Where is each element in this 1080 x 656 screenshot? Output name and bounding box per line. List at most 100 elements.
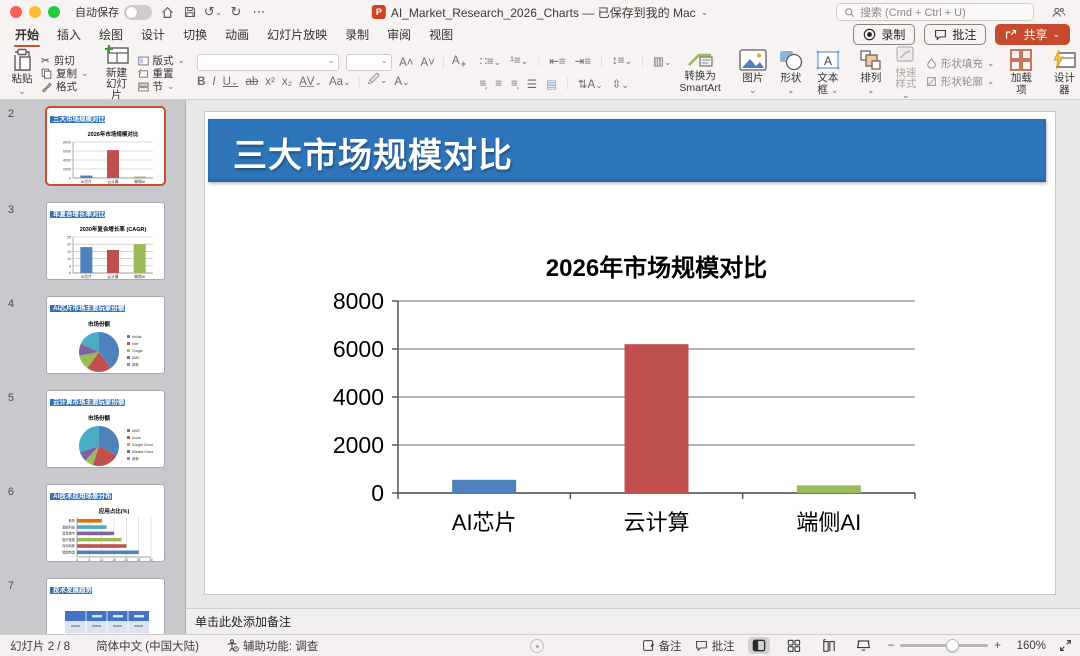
zoom-level[interactable]: 160%	[1014, 640, 1046, 652]
shape-outline-button[interactable]: 形状轮廓⌄	[926, 75, 995, 88]
subscript-button[interactable]: x₂	[282, 76, 292, 88]
line-spacing-button[interactable]: ↕≡⌄	[612, 55, 632, 67]
zoom-slider[interactable]	[900, 644, 988, 647]
tab-4[interactable]: 切换	[174, 23, 216, 48]
tab-0[interactable]: 开始	[6, 23, 48, 48]
align-left-button[interactable]: ≡͔	[480, 78, 487, 90]
new-slide-button[interactable]: 新建幻灯片	[101, 44, 133, 101]
tab-7[interactable]: 录制	[336, 23, 378, 48]
record-button[interactable]: 录制	[853, 24, 915, 45]
comments-toggle-button[interactable]: 批注	[695, 638, 735, 654]
slide-number-indicator[interactable]: 幻灯片 2 / 8	[10, 638, 70, 654]
clear-format-button[interactable]: A✦	[452, 55, 468, 70]
underline-button[interactable]: U⌄	[223, 76, 239, 88]
tab-8[interactable]: 审阅	[378, 23, 420, 48]
zoom-window-button[interactable]	[48, 6, 60, 18]
slide-title-banner[interactable]: 三大市场规模对比	[208, 119, 1046, 182]
columns-button[interactable]: ▥⌄	[653, 54, 671, 68]
shrink-font-button[interactable]: A˅	[420, 57, 434, 69]
notes-pane[interactable]: 单击此处添加备注	[186, 608, 1080, 634]
addins-button[interactable]: 加载项	[1006, 49, 1036, 95]
language-indicator[interactable]: 简体中文 (中国大陆)	[96, 638, 199, 654]
share-button[interactable]: 共享 ⌄	[995, 24, 1070, 45]
tab-6[interactable]: 幻灯片放映	[258, 23, 336, 48]
numbering-button[interactable]: ¹≡⌄	[510, 55, 528, 67]
slide-sorter-view-button[interactable]	[783, 637, 805, 654]
reading-view-button[interactable]	[818, 637, 840, 654]
italic-button[interactable]: I	[212, 76, 215, 88]
notes-toggle-button[interactable]: 备注	[642, 638, 682, 654]
minimize-window-button[interactable]	[29, 6, 41, 18]
slide-bar-chart[interactable]: 2026年市场规模对比02000400060008000AI芯片云计算端侧AI	[320, 240, 950, 550]
tab-1[interactable]: 插入	[48, 23, 90, 48]
tab-9[interactable]: 视图	[420, 23, 462, 48]
normal-view-button[interactable]	[748, 637, 770, 654]
zoom-in-button[interactable]: +	[994, 640, 1001, 652]
picture-button[interactable]: 图片 ⌄	[736, 49, 770, 95]
svg-text:4000: 4000	[333, 384, 384, 410]
zoom-slider-thumb[interactable]	[946, 639, 959, 652]
slide-2[interactable]: 三大市场规模对比 2026年市场规模对比02000400060008000AI芯…	[205, 112, 1055, 594]
svg-text:其他: 其他	[132, 456, 139, 461]
shape-fill-button[interactable]: 形状填充⌄	[926, 57, 995, 70]
autosave-toggle[interactable]	[124, 5, 152, 20]
thumbnail-slide-4[interactable]: 4AI芯片市场主要玩家份额市场份额NvidiaIntelGoogleAMD其他	[0, 296, 185, 374]
arrange-button[interactable]: 排列 ⌄	[856, 49, 886, 95]
tab-2[interactable]: 绘图	[90, 23, 132, 48]
thumbnail-title: AI芯片市场主要玩家份额	[50, 305, 125, 312]
align-right-button[interactable]: ≡͕	[511, 78, 518, 90]
splitter-handle[interactable]	[530, 639, 544, 653]
bullets-button[interactable]: ∷≡⌄	[480, 54, 502, 68]
fit-slide-button[interactable]	[1059, 639, 1072, 652]
undo-icon[interactable]: ↺⌄	[205, 4, 221, 20]
font-name-select[interactable]	[197, 54, 339, 71]
char-spacing-button[interactable]: A̲V̲⌄	[299, 76, 322, 88]
outdent-button[interactable]: ⇤≡	[549, 54, 565, 68]
search-input[interactable]: 搜索 (Cmd + Ctrl + U)	[836, 3, 1034, 21]
slideshow-view-button[interactable]	[853, 637, 875, 654]
text-direction-button[interactable]: ⇅A⌄	[578, 77, 603, 91]
grow-font-button[interactable]: A˄	[399, 57, 413, 69]
redo-icon[interactable]: ↻	[228, 4, 244, 20]
thumbnail-slide-3[interactable]: 3年复合增长率对比2030年复合增长率 (CAGR)0510152025AI芯片…	[0, 202, 185, 280]
bold-button[interactable]: B	[197, 76, 205, 88]
strikethrough-button[interactable]: ab	[245, 76, 258, 88]
tab-3[interactable]: 设计	[132, 23, 174, 48]
designer-button[interactable]: 设计器	[1048, 49, 1080, 95]
textbox-button[interactable]: A 文本框 ⌄	[812, 49, 844, 95]
change-case-button[interactable]: Aa⌄	[329, 76, 351, 88]
align-text-button[interactable]: ⇳⌄	[612, 77, 629, 91]
shapes-button[interactable]: 形状 ⌄	[775, 49, 807, 95]
thumbnail-slide-2[interactable]: 2三大市场规模对比2026年市场规模对比02000400060008000AI芯…	[0, 106, 185, 186]
thumbnail-slide-6[interactable]: 6AI技术应用场景分布应用占比(%)051015202530教育金融科技智慧城市…	[0, 484, 185, 562]
close-window-button[interactable]	[10, 6, 22, 18]
zoom-out-button[interactable]: −	[888, 640, 895, 652]
format-painter-button[interactable]: 格式	[41, 80, 89, 93]
thumbnail-slide-5[interactable]: 5云计算市场主要玩家份额市场份额AWSAzureGoogle CloudAlib…	[0, 390, 185, 468]
title-chevron-icon[interactable]: ⌄	[701, 7, 709, 18]
font-size-select[interactable]	[346, 54, 392, 71]
save-icon[interactable]	[182, 4, 198, 20]
tab-5[interactable]: 动画	[216, 23, 258, 48]
svg-text:AI芯片: AI芯片	[81, 274, 92, 279]
home-icon[interactable]	[159, 4, 175, 20]
superscript-button[interactable]: x²	[265, 76, 275, 88]
accessibility-checker[interactable]: 辅助功能: 调查	[225, 638, 318, 654]
highlight-button[interactable]: 🖉⌄	[368, 72, 388, 91]
designer-icon	[1051, 49, 1077, 71]
smartart-button[interactable]: 转换为SmartArt	[676, 51, 723, 93]
indent-button[interactable]: ⇥≡	[575, 54, 591, 68]
font-color-button[interactable]: A⌄	[394, 76, 409, 88]
quick-styles-button[interactable]: 快速样式 ⌄	[891, 44, 921, 101]
align-center-button[interactable]: ≡	[495, 78, 502, 90]
share-people-icon[interactable]	[1050, 4, 1066, 20]
svg-text:30: 30	[149, 558, 153, 562]
section-button[interactable]: 节⌄	[138, 80, 186, 93]
thumbnail-slide-7[interactable]: 7技术发展趋势	[0, 578, 185, 634]
justify-button[interactable]: ☰	[527, 77, 537, 91]
paste-button[interactable]: 粘贴 ⌄	[8, 48, 36, 96]
titlebar: 自动保存 ↺⌄ ↻ ⋯ P AI_Market_Research_2026_Ch…	[0, 0, 1080, 24]
comments-button[interactable]: 批注	[924, 24, 986, 45]
distribute-button[interactable]: ▤	[546, 77, 557, 91]
more-commands-icon[interactable]: ⋯	[251, 4, 267, 20]
